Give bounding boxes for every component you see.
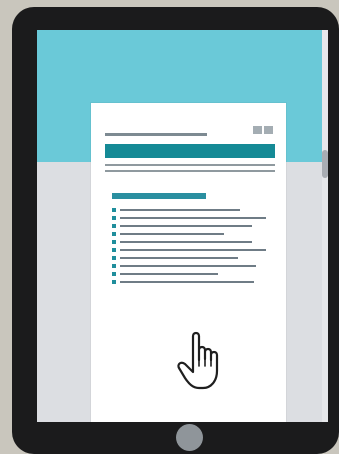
bullet-icon bbox=[112, 248, 116, 252]
text-placeholder-line bbox=[120, 217, 266, 219]
document-rule bbox=[105, 164, 275, 166]
document-bullet-list bbox=[112, 207, 282, 287]
text-placeholder-line bbox=[120, 249, 266, 251]
bullet-icon bbox=[112, 264, 116, 268]
scrollbar-thumb[interactable] bbox=[322, 150, 328, 178]
list-item bbox=[112, 231, 282, 239]
list-item bbox=[112, 263, 282, 271]
text-placeholder-line bbox=[120, 241, 252, 243]
list-item bbox=[112, 215, 282, 223]
list-item bbox=[112, 223, 282, 231]
bullet-icon bbox=[112, 256, 116, 260]
text-placeholder-line bbox=[120, 265, 256, 267]
text-placeholder-line bbox=[120, 257, 238, 259]
document-close-icon[interactable] bbox=[264, 126, 273, 134]
list-item bbox=[112, 279, 282, 287]
text-placeholder-line bbox=[120, 273, 218, 275]
list-item bbox=[112, 207, 282, 215]
document-menu-icon[interactable] bbox=[253, 126, 262, 134]
tablet-frame bbox=[12, 7, 339, 454]
bullet-icon bbox=[112, 280, 116, 284]
text-placeholder-line bbox=[120, 233, 224, 235]
bullet-icon bbox=[112, 208, 116, 212]
document-header-line bbox=[105, 133, 207, 136]
document-title-bar bbox=[105, 144, 275, 158]
bullet-icon bbox=[112, 224, 116, 228]
document-rule bbox=[105, 170, 275, 172]
scrollbar-track[interactable] bbox=[322, 30, 328, 422]
bullet-icon bbox=[112, 240, 116, 244]
list-item bbox=[112, 239, 282, 247]
list-item bbox=[112, 271, 282, 279]
bullet-icon bbox=[112, 272, 116, 276]
tablet-screen bbox=[37, 30, 328, 422]
text-placeholder-line bbox=[120, 281, 254, 283]
home-button-icon[interactable] bbox=[176, 424, 203, 451]
list-item bbox=[112, 255, 282, 263]
list-item bbox=[112, 247, 282, 255]
pointer-hand-icon bbox=[177, 331, 219, 390]
bullet-icon bbox=[112, 216, 116, 220]
document-subheading-bar bbox=[112, 193, 206, 199]
bullet-icon bbox=[112, 232, 116, 236]
text-placeholder-line bbox=[120, 209, 240, 211]
text-placeholder-line bbox=[120, 225, 252, 227]
